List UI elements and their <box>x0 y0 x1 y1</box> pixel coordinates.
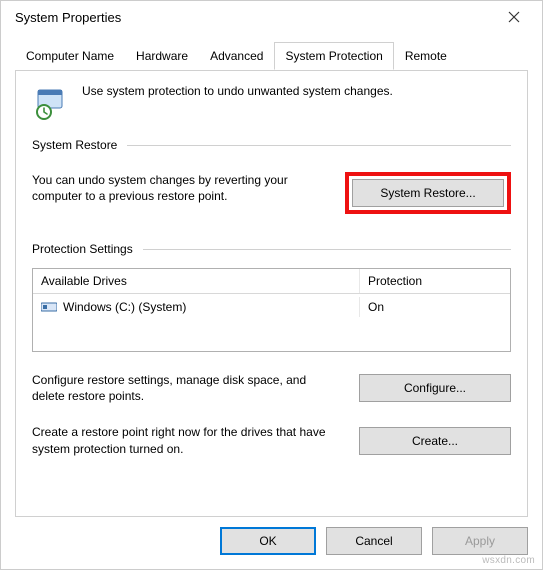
protection-settings-heading-row: Protection Settings <box>32 242 511 256</box>
cancel-button[interactable]: Cancel <box>326 527 422 555</box>
column-available-drives[interactable]: Available Drives <box>33 269 360 293</box>
system-restore-icon <box>32 84 68 120</box>
system-restore-button-highlight: System Restore... <box>345 172 511 214</box>
divider <box>143 249 511 250</box>
drive-protection-cell: On <box>360 297 510 317</box>
tab-computer-name[interactable]: Computer Name <box>15 42 125 70</box>
intro-row: Use system protection to undo unwanted s… <box>32 84 511 120</box>
content-area: Computer Name Hardware Advanced System P… <box>1 33 542 517</box>
window-title: System Properties <box>9 10 494 25</box>
tab-panel-system-protection: Use system protection to undo unwanted s… <box>15 70 528 517</box>
drive-cell: Windows (C:) (System) <box>33 297 360 317</box>
drive-icon <box>41 301 57 313</box>
apply-button[interactable]: Apply <box>432 527 528 555</box>
create-text: Create a restore point right now for the… <box>32 424 341 456</box>
drive-name: Windows (C:) (System) <box>63 300 186 314</box>
close-button[interactable] <box>494 3 534 31</box>
tab-remote[interactable]: Remote <box>394 42 458 70</box>
tab-system-protection[interactable]: System Protection <box>274 42 393 70</box>
drives-table[interactable]: Available Drives Protection Windows (C:)… <box>32 268 511 352</box>
configure-button[interactable]: Configure... <box>359 374 511 402</box>
create-row: Create a restore point right now for the… <box>32 424 511 456</box>
tab-bar: Computer Name Hardware Advanced System P… <box>15 42 528 71</box>
system-properties-window: System Properties Computer Name Hardware… <box>0 0 543 570</box>
tab-hardware[interactable]: Hardware <box>125 42 199 70</box>
system-restore-heading-row: System Restore <box>32 138 511 152</box>
watermark: wsxdn.com <box>482 555 535 566</box>
configure-text: Configure restore settings, manage disk … <box>32 372 341 404</box>
dialog-button-bar: OK Cancel Apply <box>1 517 542 569</box>
close-icon <box>508 11 520 23</box>
system-restore-heading: System Restore <box>32 138 117 152</box>
create-button[interactable]: Create... <box>359 427 511 455</box>
ok-button[interactable]: OK <box>220 527 316 555</box>
divider <box>127 145 511 146</box>
protection-settings-heading: Protection Settings <box>32 242 133 256</box>
titlebar: System Properties <box>1 1 542 33</box>
configure-row: Configure restore settings, manage disk … <box>32 372 511 404</box>
system-restore-button[interactable]: System Restore... <box>352 179 504 207</box>
tab-advanced[interactable]: Advanced <box>199 42 274 70</box>
system-restore-row: You can undo system changes by reverting… <box>32 172 511 214</box>
drives-table-header: Available Drives Protection <box>33 269 510 294</box>
table-row[interactable]: Windows (C:) (System) On <box>33 294 510 320</box>
intro-text: Use system protection to undo unwanted s… <box>82 84 393 98</box>
column-protection[interactable]: Protection <box>360 269 510 293</box>
system-restore-description: You can undo system changes by reverting… <box>32 172 325 204</box>
